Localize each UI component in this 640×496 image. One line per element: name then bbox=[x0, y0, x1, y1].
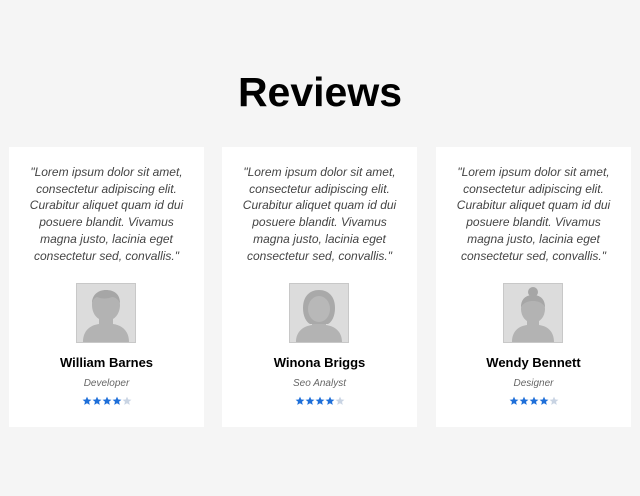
star-filled-icon bbox=[529, 396, 539, 410]
female-avatar-icon bbox=[289, 283, 349, 343]
star-filled-icon bbox=[102, 396, 112, 410]
star-filled-icon bbox=[295, 396, 305, 410]
review-quote: "Lorem ipsum dolor sit amet, consectetur… bbox=[29, 165, 184, 263]
review-card: "Lorem ipsum dolor sit amet, consectetur… bbox=[9, 147, 204, 427]
reviews-list: "Lorem ipsum dolor sit amet, consectetur… bbox=[9, 147, 631, 427]
female-bun-avatar-icon bbox=[503, 283, 563, 343]
male-avatar-icon bbox=[76, 283, 136, 343]
reviewer-name: Winona Briggs bbox=[273, 355, 366, 370]
star-filled-icon bbox=[325, 396, 335, 410]
star-filled-icon bbox=[305, 396, 315, 410]
star-rating bbox=[222, 396, 417, 410]
star-filled-icon bbox=[92, 396, 102, 410]
star-empty-icon bbox=[122, 396, 132, 410]
star-empty-icon bbox=[549, 396, 559, 410]
page-title: Reviews bbox=[237, 69, 403, 115]
reviewer-name: William Barnes bbox=[59, 355, 154, 370]
star-empty-icon bbox=[335, 396, 345, 410]
review-card: "Lorem ipsum dolor sit amet, consectetur… bbox=[436, 147, 631, 427]
reviewer-role: Designer bbox=[513, 378, 554, 389]
reviewer-role: Seo Analyst bbox=[293, 378, 346, 389]
review-quote: "Lorem ipsum dolor sit amet, consectetur… bbox=[242, 165, 397, 263]
reviews-page: Reviews "Lorem ipsum dolor sit amet, con… bbox=[0, 0, 640, 496]
star-filled-icon bbox=[112, 396, 122, 410]
star-filled-icon bbox=[315, 396, 325, 410]
reviewer-name: Wendy Bennett bbox=[486, 355, 581, 370]
review-quote: "Lorem ipsum dolor sit amet, consectetur… bbox=[456, 165, 611, 263]
review-card: "Lorem ipsum dolor sit amet, consectetur… bbox=[222, 147, 417, 427]
star-filled-icon bbox=[82, 396, 92, 410]
star-rating bbox=[9, 396, 204, 410]
reviewer-role: Developer bbox=[83, 378, 130, 389]
star-filled-icon bbox=[539, 396, 549, 410]
star-rating bbox=[436, 396, 631, 410]
star-filled-icon bbox=[519, 396, 529, 410]
star-filled-icon bbox=[509, 396, 519, 410]
